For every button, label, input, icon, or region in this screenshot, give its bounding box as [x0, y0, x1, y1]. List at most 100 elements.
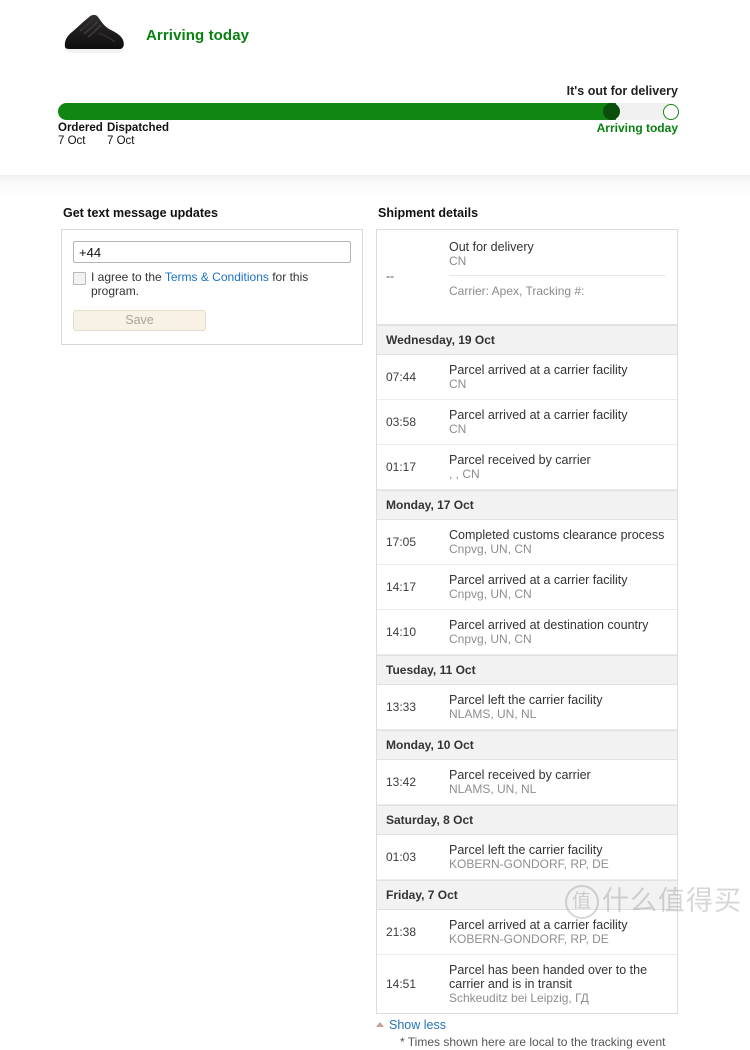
- event-title: Parcel arrived at destination country: [449, 618, 649, 632]
- arrival-status-title: Arriving today: [146, 26, 250, 44]
- section-divider: [0, 175, 750, 201]
- event-location: Cnpvg, UN, CN: [449, 632, 532, 646]
- sneaker-image: [58, 7, 130, 63]
- order-header: Arriving today: [58, 4, 678, 66]
- event-body: Parcel arrived at destination country Cnp…: [449, 618, 677, 646]
- event-body: Parcel left the carrier facility KOBERN-G…: [449, 843, 677, 871]
- day-header: Monday, 10 Oct: [377, 730, 677, 760]
- progress-stop-ordered-label: Ordered: [58, 122, 103, 134]
- event-location: CN: [449, 422, 467, 436]
- event-body: Parcel arrived at a carrier facility KOBE…: [449, 918, 677, 946]
- event-time: 13:33: [386, 700, 417, 714]
- event-title: Parcel has been handed over to the carri…: [449, 963, 648, 991]
- table-row: 13:33 Parcel left the carrier facility NLA…: [377, 685, 677, 730]
- shipment-day-groups: Wednesday, 19 Oct 07:44 Parcel arrived at …: [377, 325, 677, 1013]
- event-time: 14:17: [386, 580, 417, 594]
- event-location: Cnpvg, UN, CN: [449, 542, 532, 556]
- shipment-events-table: -- Out for delivery CN Carrier: Apex, Tr…: [376, 229, 678, 1014]
- day-header: Tuesday, 11 Oct: [377, 655, 677, 685]
- event-time: 13:42: [386, 775, 417, 789]
- progress-fill: [58, 103, 616, 120]
- day-header: Monday, 17 Oct: [377, 490, 677, 520]
- terms-agreement-row: I agree to the Terms & Conditions for th…: [73, 270, 351, 298]
- event-title: Parcel arrived at a carrier facility: [449, 408, 628, 422]
- event-time: 17:05: [386, 535, 417, 549]
- event-title: Parcel arrived at a carrier facility: [449, 918, 628, 932]
- event-title: Parcel arrived at a carrier facility: [449, 573, 628, 587]
- event-title: Parcel arrived at a carrier facility: [449, 363, 628, 377]
- progress-track: [58, 103, 679, 120]
- delivery-progress: It's out for delivery Ordered 7 Oct Disp…: [58, 84, 679, 152]
- shipment-details-section: Shipment details -- Out for delivery CN …: [376, 206, 678, 1050]
- table-row: 14:51 Parcel has been handed over to the …: [377, 955, 677, 1013]
- event-location: , , CN: [449, 467, 480, 481]
- event-location: CN: [449, 377, 467, 391]
- event-body: Parcel received by carrier NLAMS, UN, NL: [449, 768, 677, 796]
- terms-prefix-text: I agree to the: [91, 270, 165, 284]
- shipment-summary-time: --: [386, 269, 394, 283]
- table-row: 17:05 Completed customs clearance process…: [377, 520, 677, 565]
- summary-divider: [449, 275, 665, 276]
- event-time: 03:58: [386, 415, 417, 429]
- event-title: Completed customs clearance process: [449, 528, 665, 542]
- shipment-summary-row: -- Out for delivery CN Carrier: Apex, Tr…: [377, 230, 677, 325]
- shipment-carrier-info: Carrier: Apex, Tracking #:: [449, 284, 585, 298]
- progress-current-status-label: It's out for delivery: [566, 84, 678, 98]
- event-location: Cnpvg, UN, CN: [449, 587, 532, 601]
- table-row: 14:17 Parcel arrived at a carrier facilit…: [377, 565, 677, 610]
- event-time: 07:44: [386, 370, 417, 384]
- terms-and-conditions-link[interactable]: Terms & Conditions: [165, 270, 269, 284]
- phone-number-input[interactable]: [73, 241, 351, 263]
- triangle-up-icon: [376, 1022, 384, 1027]
- sms-updates-section: Get text message updates I agree to the …: [61, 206, 363, 345]
- progress-stop-dispatched-label: Dispatched: [107, 122, 169, 134]
- show-less-label: Show less: [389, 1018, 446, 1032]
- event-title: Parcel received by carrier: [449, 768, 591, 782]
- day-header: Saturday, 8 Oct: [377, 805, 677, 835]
- event-body: Parcel has been handed over to the carri…: [449, 963, 677, 1005]
- terms-agreement-text: I agree to the Terms & Conditions for th…: [91, 270, 351, 298]
- times-footnote: * Times shown here are local to the trac…: [400, 1035, 666, 1049]
- event-time: 14:10: [386, 625, 417, 639]
- event-title: Parcel received by carrier: [449, 453, 591, 467]
- progress-end-circle-icon: [663, 103, 679, 120]
- table-row: 03:58 Parcel arrived at a carrier facilit…: [377, 400, 677, 445]
- table-row: 01:17 Parcel received by carrier, , CN: [377, 445, 677, 490]
- event-body: Parcel arrived at a carrier facility CN: [449, 408, 677, 436]
- event-title: Parcel left the carrier facility: [449, 693, 603, 707]
- day-header: Wednesday, 19 Oct: [377, 325, 677, 355]
- show-less-button[interactable]: Show less: [376, 1018, 678, 1032]
- progress-stop-ordered-date: 7 Oct: [58, 134, 86, 147]
- progress-stop-arriving-label: Arriving today: [596, 121, 678, 135]
- table-row: 14:10 Parcel arrived at destination count…: [377, 610, 677, 655]
- terms-checkbox[interactable]: [73, 272, 86, 285]
- event-body: Completed customs clearance process Cnpvg…: [449, 528, 677, 556]
- event-location: KOBERN-GONDORF, RP, DE: [449, 857, 609, 871]
- save-button[interactable]: Save: [73, 310, 206, 331]
- table-row: 13:42 Parcel received by carrier NLAMS, UN…: [377, 760, 677, 805]
- event-body: Parcel arrived at a carrier facility Cnpv…: [449, 573, 677, 601]
- event-location: Schkeuditz bei Leipzig, ГД: [449, 991, 589, 1005]
- event-time: 14:51: [386, 977, 417, 991]
- table-row: 07:44 Parcel arrived at a carrier facilit…: [377, 355, 677, 400]
- shipment-summary-body: Out for delivery CN Carrier: Apex, Track…: [449, 240, 677, 312]
- event-time: 01:03: [386, 850, 417, 864]
- event-body: Parcel received by carrier, , CN: [449, 453, 677, 481]
- event-time: 21:38: [386, 925, 417, 939]
- progress-stop-ordered: Ordered 7 Oct: [58, 122, 103, 147]
- day-header: Friday, 7 Oct: [377, 880, 677, 910]
- event-location: NLAMS, UN, NL: [449, 782, 537, 796]
- progress-current-dot: [603, 103, 620, 120]
- shipment-summary-status: Out for delivery: [449, 240, 534, 254]
- event-location: KOBERN-GONDORF, RP, DE: [449, 932, 609, 946]
- event-body: Parcel left the carrier facility NLAMS, U…: [449, 693, 677, 721]
- table-row: 01:03 Parcel left the carrier facility KOB…: [377, 835, 677, 880]
- event-time: 01:17: [386, 460, 417, 474]
- progress-stop-dispatched: Dispatched 7 Oct: [107, 122, 169, 147]
- table-row: 21:38 Parcel arrived at a carrier facilit…: [377, 910, 677, 955]
- shipment-section-title: Shipment details: [378, 206, 479, 220]
- sms-form-box: I agree to the Terms & Conditions for th…: [61, 229, 363, 345]
- sms-section-title: Get text message updates: [63, 206, 218, 220]
- shipment-summary-location: CN: [449, 254, 467, 268]
- progress-stop-dispatched-date: 7 Oct: [107, 134, 135, 147]
